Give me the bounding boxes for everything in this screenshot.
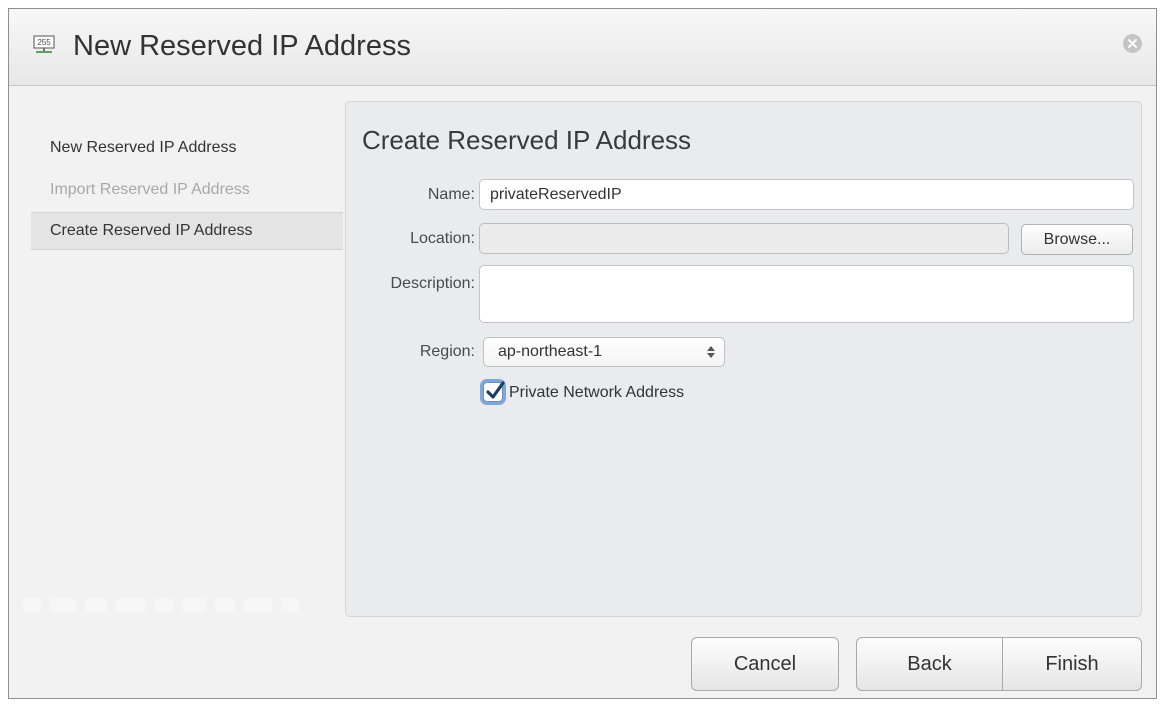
name-label: Name: xyxy=(427,186,475,203)
region-select[interactable]: ap-northeast-1 xyxy=(483,337,725,367)
svg-text:255: 255 xyxy=(37,38,51,47)
sidebar-item-import-reserved-ip: Import Reserved IP Address xyxy=(50,181,250,198)
region-select-value: ap-northeast-1 xyxy=(498,343,603,360)
back-button[interactable]: Back xyxy=(856,637,1003,691)
location-label: Location: xyxy=(410,230,475,247)
panel-title: Create Reserved IP Address xyxy=(362,125,692,155)
sidebar-decoration xyxy=(23,598,333,618)
location-input xyxy=(479,223,1009,254)
close-button[interactable] xyxy=(1123,34,1142,53)
cancel-button[interactable]: Cancel xyxy=(691,637,839,691)
create-form-panel: Create Reserved IP Address Name: Locatio… xyxy=(345,101,1142,617)
description-label: Description: xyxy=(390,275,475,292)
sidebar-item-new-reserved-ip[interactable]: New Reserved IP Address xyxy=(31,129,343,167)
sidebar-item-create-reserved-ip[interactable]: Create Reserved IP Address xyxy=(31,212,343,250)
name-input[interactable] xyxy=(479,179,1134,210)
private-network-checkbox[interactable] xyxy=(483,381,505,402)
finish-button[interactable]: Finish xyxy=(1002,637,1142,691)
new-reserved-ip-dialog: 255 New Reserved IP Address New Reserved… xyxy=(8,8,1157,699)
browse-button[interactable]: Browse... xyxy=(1021,224,1133,255)
private-network-label[interactable]: Private Network Address xyxy=(509,383,684,403)
updown-arrow-icon xyxy=(707,346,715,358)
close-icon xyxy=(1128,39,1137,48)
dialog-titlebar: 255 New Reserved IP Address xyxy=(9,9,1156,86)
wizard-steps-sidebar: New Reserved IP Address Import Reserved … xyxy=(9,105,345,625)
description-field[interactable] xyxy=(479,265,1134,323)
region-label: Region: xyxy=(419,343,475,360)
dialog-title: New Reserved IP Address xyxy=(73,30,411,62)
checkmark-icon xyxy=(486,381,505,399)
network-icon: 255 xyxy=(33,35,55,53)
